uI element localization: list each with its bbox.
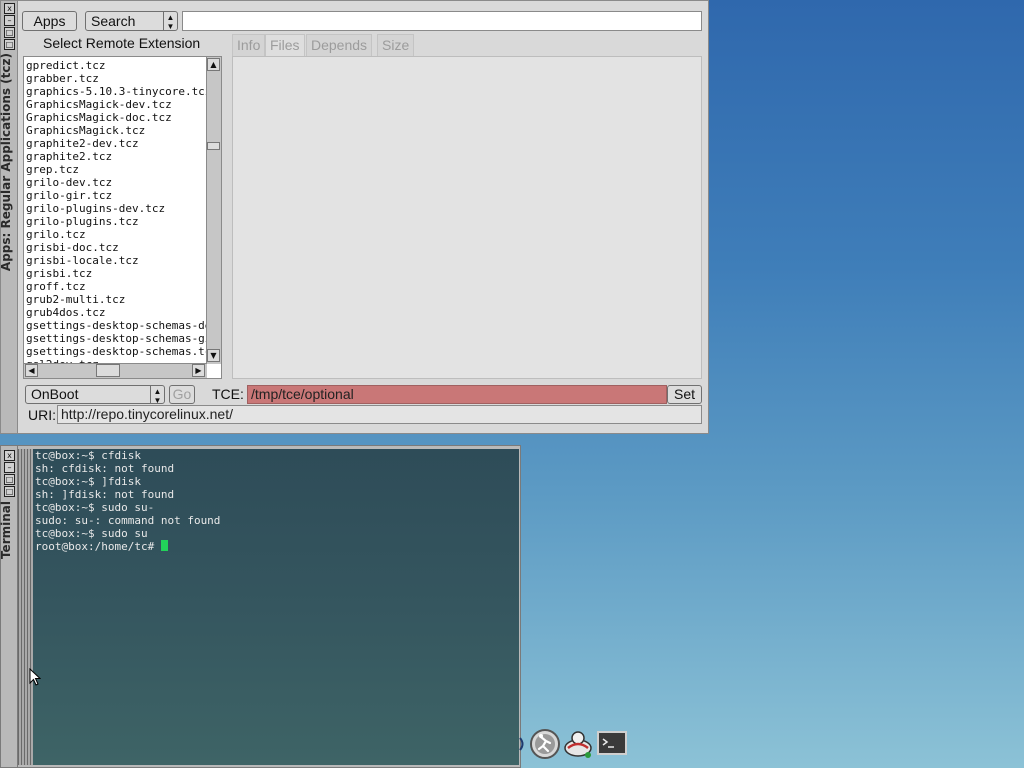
list-heading: Select Remote Extension [43, 35, 201, 51]
control-panel-icon[interactable] [562, 728, 594, 760]
extension-list-item[interactable]: grisbi.tcz [26, 267, 221, 280]
terminal-line: tc@box:~$ sudo su- [35, 501, 155, 514]
terminal-line: tc@box:~$ ]fdisk [35, 475, 141, 488]
shade-icon[interactable]: □ [4, 39, 15, 50]
window-title: Apps: Regular Applications (tcz) [0, 53, 13, 272]
search-mode-value: Search [91, 13, 136, 29]
extension-list-item[interactable]: graphite2.tcz [26, 150, 221, 163]
search-mode-select[interactable]: Search ▲ ▼ [85, 11, 178, 31]
extension-list-item[interactable]: groff.tcz [26, 280, 221, 293]
terminal-line: sh: cfdisk: not found [35, 462, 175, 475]
terminal-line: sh: ]fdisk: not found [35, 488, 175, 501]
tab-files[interactable]: Files [265, 34, 305, 56]
tab-size[interactable]: Size [377, 34, 415, 56]
extension-list-item[interactable]: grilo-gir.tcz [26, 189, 221, 202]
extension-list-item[interactable]: graphics-5.10.3-tinycore.tcz [26, 85, 221, 98]
extension-list-item[interactable]: grilo.tcz [26, 228, 221, 241]
maximize-icon[interactable]: □ [4, 27, 15, 38]
files-panel [232, 56, 702, 379]
extension-list-item[interactable]: GraphicsMagick-dev.tcz [26, 98, 221, 111]
terminal-line: sudo: su-: command not found [35, 514, 221, 527]
extension-items: gpredict.tcz grabber.tcz graphics-5.10.3-t… [26, 59, 221, 371]
scroll-right-icon[interactable]: ▶ [192, 364, 205, 377]
close-icon[interactable]: x [4, 3, 15, 14]
minimize-icon[interactable]: – [4, 462, 15, 473]
extension-list-item[interactable]: grabber.tcz [26, 72, 221, 85]
terminal-window: x – □ □ Terminal tc@box:~$ cfdisk sh: cfd… [0, 445, 521, 768]
extension-list-item[interactable]: grilo-dev.tcz [26, 176, 221, 189]
go-button[interactable]: Go [169, 385, 195, 404]
extension-list-item[interactable]: gsettings-desktop-schemas.tcz [26, 345, 221, 358]
maximize-icon[interactable]: □ [4, 474, 15, 485]
terminal-output[interactable]: tc@box:~$ cfdisk sh: cfdisk: not found tc@… [33, 449, 519, 765]
extension-list-item[interactable]: gsettings-desktop-schemas-dev.tcz [26, 319, 221, 332]
terminal-titlebar[interactable]: x – □ □ Terminal [0, 446, 18, 767]
terminal-line: tc@box:~$ sudo su [35, 527, 148, 540]
scroll-thumb[interactable] [207, 142, 220, 150]
extension-list-item[interactable]: grisbi-doc.tcz [26, 241, 221, 254]
apps-window: x – □ □ Apps: Regular Applications (tcz)… [0, 0, 709, 434]
extension-list-item[interactable]: GraphicsMagick-doc.tcz [26, 111, 221, 124]
extension-list-item[interactable]: grep.tcz [26, 163, 221, 176]
tce-path-field[interactable]: /tmp/tce/optional [247, 385, 667, 404]
tab-depends[interactable]: Depends [306, 34, 373, 56]
close-icon[interactable]: x [4, 450, 15, 461]
apps-menu-button[interactable]: Apps [22, 11, 77, 31]
set-button[interactable]: Set [667, 385, 702, 404]
terminal-title: Terminal [0, 501, 13, 560]
extension-list-item[interactable]: gsettings-desktop-schemas-gir.tcz [26, 332, 221, 345]
terminal-icon[interactable] [596, 728, 628, 760]
dock-edge-icon [519, 737, 524, 751]
tab-info[interactable]: Info [232, 34, 266, 56]
terminal-cursor [160, 540, 168, 551]
scroll-up-icon[interactable]: ▲ [207, 58, 220, 71]
uri-label: URI: [28, 407, 56, 423]
window-titlebar[interactable]: x – □ □ Apps: Regular Applications (tcz) [0, 1, 18, 433]
extension-list-item[interactable]: grub2-multi.tcz [26, 293, 221, 306]
extension-list-item[interactable]: grub4dos.tcz [26, 306, 221, 319]
select-arrows-icon: ▲ ▼ [163, 12, 177, 31]
extension-list-item[interactable]: grilo-plugins-dev.tcz [26, 202, 221, 215]
vertical-scrollbar[interactable]: ▲ ▼ [206, 57, 221, 364]
terminal-lines: tc@box:~$ cfdisk sh: cfdisk: not found tc@… [33, 449, 519, 540]
extension-list-item[interactable]: grisbi-locale.tcz [26, 254, 221, 267]
extension-list-item[interactable]: graphite2-dev.tcz [26, 137, 221, 150]
search-input[interactable] [182, 11, 702, 31]
run-icon[interactable] [529, 728, 561, 760]
install-mode-value: OnBoot [31, 386, 79, 402]
minimize-icon[interactable]: – [4, 15, 15, 26]
select-arrows-icon: ▲ ▼ [150, 386, 164, 405]
scroll-left-icon[interactable]: ◀ [25, 364, 38, 377]
scroll-down-icon[interactable]: ▼ [207, 349, 220, 362]
horizontal-scrollbar[interactable]: ◀ ▶ [24, 363, 207, 378]
extension-list-item[interactable]: gpredict.tcz [26, 59, 221, 72]
terminal-prompt-line: root@box:/home/tc# [33, 540, 519, 553]
terminal-line: tc@box:~$ cfdisk [35, 449, 141, 462]
mouse-pointer-icon [29, 668, 41, 686]
extension-list[interactable]: gpredict.tcz grabber.tcz graphics-5.10.3-t… [23, 56, 222, 379]
shade-icon[interactable]: □ [4, 486, 15, 497]
terminal-prompt: root@box:/home/tc# [35, 540, 161, 553]
extension-list-item[interactable]: GraphicsMagick.tcz [26, 124, 221, 137]
extension-list-item[interactable]: grilo-plugins.tcz [26, 215, 221, 228]
terminal-resize-grip[interactable] [18, 449, 33, 765]
uri-field[interactable]: http://repo.tinycorelinux.net/ [57, 405, 702, 424]
tce-label: TCE: [212, 386, 244, 402]
hscroll-thumb[interactable] [96, 364, 120, 377]
install-mode-select[interactable]: OnBoot ▲ ▼ [25, 385, 165, 405]
